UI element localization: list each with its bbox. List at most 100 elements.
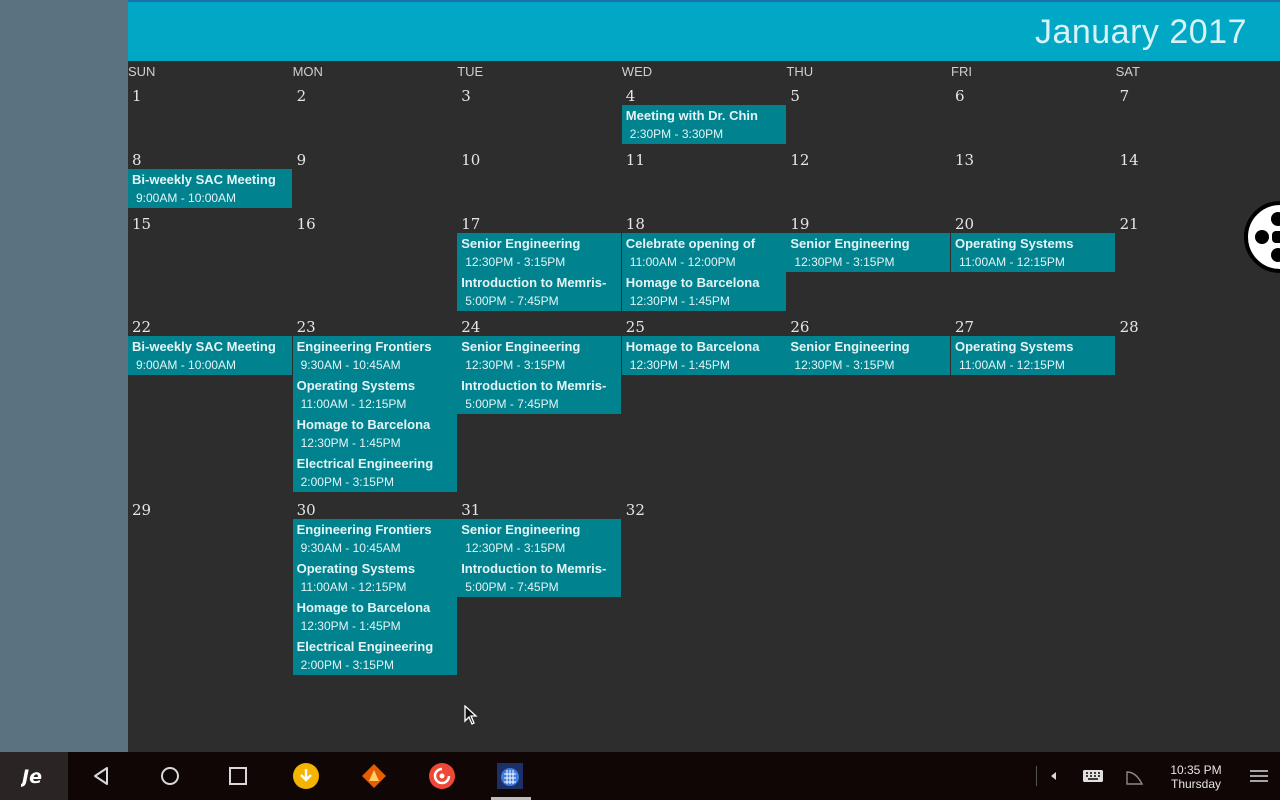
taskbar: Je 10:35 PM Thursday [0, 752, 1280, 800]
day-number[interactable]: 27 [955, 318, 974, 336]
home-icon [161, 767, 179, 785]
day-number[interactable]: 2 [297, 87, 307, 105]
calendar-event[interactable]: Electrical Engineering 2:00PM - 3:15PM [292, 636, 457, 675]
calendar-event[interactable]: Senior Engineering 12:30PM - 3:15PM [457, 519, 622, 558]
event-title: Bi-weekly SAC Meeting [132, 339, 276, 354]
event-title: Homage to Barcelona [296, 600, 431, 615]
day-number[interactable]: 16 [297, 215, 316, 233]
calendar-event[interactable]: Senior Engineering 12:30PM - 3:15PM [457, 336, 622, 375]
day-number[interactable]: 7 [1120, 87, 1130, 105]
day-number[interactable]: 17 [461, 215, 480, 233]
event-title: Introduction to Memris- [461, 561, 607, 576]
day-number[interactable]: 28 [1120, 318, 1139, 336]
day-number[interactable]: 31 [461, 501, 480, 519]
event-title: Operating Systems [955, 236, 1074, 251]
calendar-event[interactable]: Operating Systems 11:00AM - 12:15PM [292, 375, 457, 414]
day-number[interactable]: 5 [790, 87, 800, 105]
calendar-event[interactable]: Celebrate opening of 11:00AM - 12:00PM [621, 233, 786, 272]
keyboard-button[interactable] [1082, 766, 1104, 786]
signal-icon [1126, 771, 1144, 785]
day-number[interactable]: 9 [297, 151, 307, 169]
event-title: Introduction to Memris- [461, 275, 607, 290]
day-number[interactable]: 4 [626, 87, 636, 105]
calendar-event[interactable]: Homage to Barcelona 12:30PM - 1:45PM [292, 414, 457, 453]
day-number[interactable]: 29 [132, 501, 151, 519]
day-number[interactable]: 1 [132, 87, 142, 105]
recents-button[interactable] [204, 752, 272, 800]
day-number[interactable]: 32 [626, 501, 645, 519]
event-time: 11:00AM - 12:15PM [959, 358, 1065, 372]
day-number[interactable]: 23 [297, 318, 316, 336]
day-number[interactable]: 3 [461, 87, 471, 105]
download-app-button[interactable] [272, 752, 340, 800]
home-button[interactable] [136, 752, 204, 800]
keyboard-icon [1083, 770, 1103, 782]
day-number[interactable]: 19 [790, 215, 809, 233]
day-number[interactable]: 22 [132, 318, 151, 336]
event-time: 12:30PM - 1:45PM [629, 294, 730, 308]
calendar-event[interactable]: Introduction to Memris- 5:00PM - 7:45PM [457, 558, 622, 597]
vlc-app-icon [362, 764, 386, 788]
calendar-event[interactable]: Bi-weekly SAC Meeting 9:00AM - 10:00AM [128, 169, 292, 208]
calendar-event[interactable]: Senior Engineering 12:30PM - 3:15PM [786, 336, 951, 375]
event-time: 2:00PM - 3:15PM [300, 658, 394, 672]
calendar-event[interactable]: Meeting with Dr. Chin 2:30PM - 3:30PM [621, 105, 786, 144]
start-menu-button[interactable]: Je [0, 752, 68, 800]
event-time: 12:30PM - 3:15PM [465, 541, 566, 555]
calendar-event[interactable]: Senior Engineering 12:30PM - 3:15PM [786, 233, 951, 272]
calendar-event[interactable]: Homage to Barcelona 12:30PM - 1:45PM [621, 272, 786, 311]
pocket-casts-app-button[interactable] [408, 752, 476, 800]
calendar-event[interactable]: Operating Systems 11:00AM - 12:15PM [951, 336, 1115, 375]
recents-icon [229, 767, 247, 785]
day-number[interactable]: 26 [790, 318, 809, 336]
day-number[interactable]: 24 [461, 318, 480, 336]
day-number[interactable]: 14 [1120, 151, 1139, 169]
event-title: Senior Engineering [461, 522, 581, 537]
back-button[interactable] [68, 752, 136, 800]
calendar-event[interactable]: Homage to Barcelona 12:30PM - 1:45PM [621, 336, 786, 375]
event-title: Homage to Barcelona [625, 339, 760, 354]
calendar-event[interactable]: Homage to Barcelona 12:30PM - 1:45PM [292, 597, 457, 636]
calendar-event[interactable]: Operating Systems 11:00AM - 12:15PM [292, 558, 457, 597]
clock-time: 10:35 PM [1170, 763, 1222, 777]
calendar-event[interactable]: Bi-weekly SAC Meeting 9:00AM - 10:00AM [128, 336, 292, 375]
event-title: Senior Engineering [790, 236, 910, 251]
day-number[interactable]: 18 [626, 215, 645, 233]
tray-expand-button[interactable] [1044, 766, 1064, 786]
event-time: 9:30AM - 10:45AM [300, 541, 401, 555]
clock[interactable]: 10:35 PM Thursday [1166, 763, 1226, 791]
notifications-menu-button[interactable] [1248, 766, 1270, 786]
calendar-app-button[interactable] [476, 752, 544, 800]
calendar-event[interactable]: Operating Systems 11:00AM - 12:15PM [951, 233, 1115, 272]
calendar-header: January 2017 [128, 0, 1280, 61]
event-title: Senior Engineering [790, 339, 910, 354]
day-number[interactable]: 15 [132, 215, 151, 233]
calendar-event[interactable]: Electrical Engineering 2:00PM - 3:15PM [292, 453, 457, 492]
day-number[interactable]: 30 [297, 501, 316, 519]
event-time: 2:30PM - 3:30PM [629, 127, 724, 141]
clock-day: Thursday [1170, 777, 1222, 791]
calendar-event[interactable]: Engineering Frontiers 9:30AM - 10:45AM [292, 336, 457, 375]
weekday-label: SUN [128, 64, 156, 79]
tray-separator [1036, 766, 1037, 786]
vlc-app-button[interactable] [340, 752, 408, 800]
day-number[interactable]: 21 [1120, 215, 1139, 233]
day-number[interactable]: 25 [626, 318, 645, 336]
calendar-event[interactable]: Introduction to Memris- 5:00PM - 7:45PM [457, 375, 622, 414]
day-number[interactable]: 8 [132, 151, 142, 169]
day-number[interactable]: 13 [955, 151, 974, 169]
event-title: Senior Engineering [461, 236, 581, 251]
calendar-event[interactable]: Engineering Frontiers 9:30AM - 10:45AM [292, 519, 457, 558]
day-number[interactable]: 6 [955, 87, 965, 105]
day-number[interactable]: 11 [626, 151, 645, 169]
calendar-event[interactable]: Senior Engineering 12:30PM - 3:15PM [457, 233, 622, 272]
calendar-event[interactable]: Introduction to Memris- 5:00PM - 7:45PM [457, 272, 622, 311]
event-time: 2:00PM - 3:15PM [300, 475, 394, 489]
event-title: Electrical Engineering [296, 639, 434, 654]
day-number[interactable]: 12 [790, 151, 809, 169]
day-number[interactable]: 10 [461, 151, 480, 169]
floating-menu-button[interactable] [1244, 201, 1280, 273]
event-title: Introduction to Memris- [461, 378, 607, 393]
event-title: Operating Systems [296, 378, 416, 393]
day-number[interactable]: 20 [955, 215, 974, 233]
